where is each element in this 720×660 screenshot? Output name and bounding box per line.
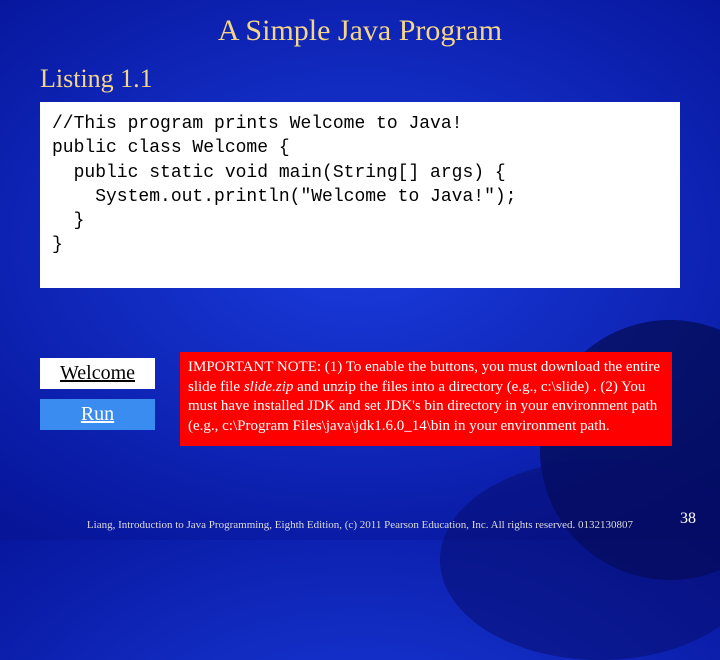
slide-title: A Simple Java Program — [0, 0, 720, 48]
code-listing: //This program prints Welcome to Java! p… — [40, 102, 680, 288]
decorative-swoosh-2 — [440, 460, 720, 660]
welcome-button[interactable]: Welcome — [40, 358, 155, 389]
note-slide-file: slide.zip — [244, 379, 294, 395]
important-note: IMPORTANT NOTE: (1) To enable the button… — [180, 352, 672, 446]
listing-label: Listing 1.1 — [0, 48, 720, 102]
button-group: Welcome Run — [40, 358, 160, 440]
run-button[interactable]: Run — [40, 399, 155, 430]
page-number: 38 — [680, 510, 696, 528]
copyright-footer: Liang, Introduction to Java Programming,… — [0, 519, 720, 532]
